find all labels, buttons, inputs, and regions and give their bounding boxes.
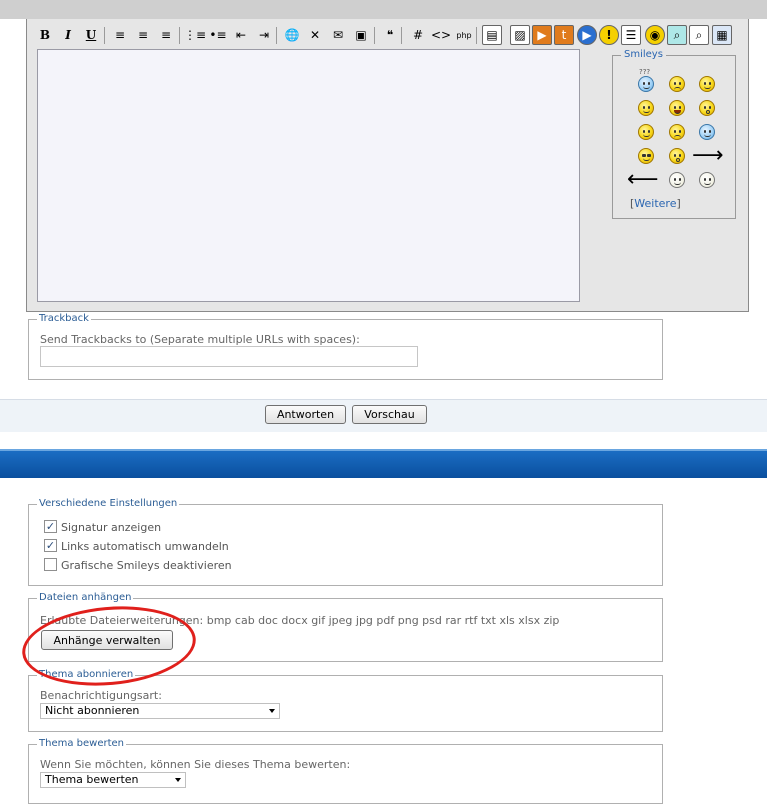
rate-thread-legend: Thema bewerten xyxy=(37,738,126,749)
misc-settings-legend: Verschiedene Einstellungen xyxy=(37,498,180,509)
section-divider-bar xyxy=(0,449,767,478)
html-code-icon[interactable]: <> xyxy=(431,25,451,45)
trackback-label: Send Trackbacks to (Separate multiple UR… xyxy=(40,333,360,346)
image-upload-icon[interactable]: ▨ xyxy=(510,25,530,45)
underline-button[interactable]: U xyxy=(81,25,101,45)
arrow-right-icon[interactable]: ⟶ xyxy=(692,145,724,167)
search-gray-icon[interactable]: ⌕ xyxy=(689,25,709,45)
ordered-list-icon[interactable]: ⋮≡ xyxy=(184,25,206,45)
editor-toolbar: B I U ≡ ≡ ≡ ⋮≡ •≡ ⇤ ⇥ 🌐 ✕ ✉ ▣ ❝ # <> php ▤ ▨ ▶ t ▶! ☰ ◉ ⌕ ⌕ ▦ xyxy=(35,22,748,48)
link-icon[interactable]: 🌐 xyxy=(282,25,302,45)
table-icon[interactable]: ▦ xyxy=(712,25,732,45)
toolbar-separator xyxy=(401,27,402,44)
italic-button[interactable]: I xyxy=(58,25,78,45)
confused-smiley-icon[interactable] xyxy=(638,76,654,92)
chevron-down-icon xyxy=(269,709,275,713)
notification-type-select[interactable]: Nicht abonnieren xyxy=(40,703,280,719)
chevron-down-icon xyxy=(175,778,181,782)
notification-type-label: Benachrichtigungsart: xyxy=(40,689,162,702)
smileys-more: [Weitere] xyxy=(630,197,681,210)
allowed-extensions-text: Erlaubte Dateierweiterungen: bmp cab doc… xyxy=(40,614,560,627)
arrow-left-icon[interactable]: ⟵ xyxy=(627,169,659,191)
list-lines-icon[interactable]: ☰ xyxy=(621,25,641,45)
smile-smiley-icon[interactable] xyxy=(638,100,654,116)
rate-thread-label: Wenn Sie möchten, können Sie dieses Them… xyxy=(40,758,351,771)
show-signature-checkbox[interactable]: ✓ xyxy=(44,520,57,533)
toolbar-separator xyxy=(374,27,375,44)
php-code-icon[interactable]: php xyxy=(454,25,474,45)
sunglasses-smiley-icon[interactable] xyxy=(638,148,654,164)
align-right-icon[interactable]: ≡ xyxy=(156,25,176,45)
rate-thread-select[interactable]: Thema bewerten xyxy=(40,772,186,788)
subscribe-fieldset: Thema abonnieren Benachrichtigungsart: N… xyxy=(28,669,663,732)
search-icon[interactable]: ⌕ xyxy=(667,25,687,45)
unordered-list-icon[interactable]: •≡ xyxy=(208,25,228,45)
toolbar-separator xyxy=(476,27,477,44)
message-textarea[interactable] xyxy=(37,49,580,302)
trackback-legend: Trackback xyxy=(37,313,91,324)
email-icon[interactable]: ✉ xyxy=(328,25,348,45)
subscribe-legend: Thema abonnieren xyxy=(37,669,136,680)
bold-button[interactable]: B xyxy=(35,25,55,45)
youtube-icon[interactable]: ▶ xyxy=(532,25,552,45)
auto-links-label: Links automatisch umwandeln xyxy=(61,540,229,553)
code-hash-icon[interactable]: # xyxy=(408,25,428,45)
preview-button[interactable]: Vorschau xyxy=(352,405,427,424)
warning-icon[interactable]: ! xyxy=(599,25,619,45)
unlink-icon[interactable]: ✕ xyxy=(305,25,325,45)
more-smileys-link[interactable]: Weitere xyxy=(634,197,676,210)
nerd-smiley-icon[interactable] xyxy=(669,172,685,188)
disable-smileys-checkbox[interactable] xyxy=(44,558,57,571)
trackback-input[interactable] xyxy=(40,346,418,367)
trackback-fieldset: Trackback Send Trackbacks to (Separate m… xyxy=(28,313,663,380)
toolbar-separator xyxy=(104,27,105,44)
cool-blue-smiley-icon[interactable] xyxy=(699,124,715,140)
toolbar-separator xyxy=(179,27,180,44)
laugh-smiley-icon[interactable] xyxy=(638,124,654,140)
pensive-smiley-icon[interactable] xyxy=(669,76,685,92)
outdent-icon[interactable]: ⇤ xyxy=(231,25,251,45)
glasses-smiley-icon[interactable] xyxy=(699,172,715,188)
grin-smiley-icon[interactable] xyxy=(699,76,715,92)
align-center-icon[interactable]: ≡ xyxy=(133,25,153,45)
powerpoint-icon[interactable]: ▤ xyxy=(482,25,502,45)
spoiler-icon[interactable]: ◉ xyxy=(645,25,665,45)
surprised-smiley-icon[interactable] xyxy=(699,100,715,116)
image-icon[interactable]: ▣ xyxy=(351,25,371,45)
top-gray-bar xyxy=(0,0,767,19)
video-play-icon[interactable]: ▶ xyxy=(577,25,597,45)
toolbar-separator xyxy=(276,27,277,44)
disable-smileys-label: Grafische Smileys deaktivieren xyxy=(61,559,232,572)
auto-links-checkbox[interactable]: ✓ xyxy=(44,539,57,552)
manage-attachments-button[interactable]: Anhänge verwalten xyxy=(41,630,173,650)
misc-settings-fieldset: Verschiedene Einstellungen ✓ Signatur an… xyxy=(28,498,663,586)
shocked-smiley-icon[interactable] xyxy=(669,148,685,164)
smileys-legend: Smileys xyxy=(621,49,666,60)
tuw-icon[interactable]: t xyxy=(554,25,574,45)
sad-smiley-icon[interactable] xyxy=(669,124,685,140)
big-grin-smiley-icon[interactable] xyxy=(669,100,685,116)
align-left-icon[interactable]: ≡ xyxy=(110,25,130,45)
show-signature-label: Signatur anzeigen xyxy=(61,521,162,534)
quote-icon[interactable]: ❝ xyxy=(380,25,400,45)
reply-button[interactable]: Antworten xyxy=(265,405,346,424)
smileys-panel: Smileys ??? ⟶ ⟵ [Weitere] xyxy=(612,49,736,219)
section-divider-highlight xyxy=(0,449,767,451)
notification-type-value: Nicht abonnieren xyxy=(45,704,140,717)
editor-frame: B I U ≡ ≡ ≡ ⋮≡ •≡ ⇤ ⇥ 🌐 ✕ ✉ ▣ ❝ # <> php ▤ ▨ ▶ t ▶! ☰ ◉ ⌕ ⌕ ▦ Smile… xyxy=(26,19,749,312)
rate-thread-value: Thema bewerten xyxy=(45,773,139,786)
rate-thread-fieldset: Thema bewerten Wenn Sie möchten, können … xyxy=(28,738,663,804)
attachments-fieldset: Dateien anhängen Erlaubte Dateierweiteru… xyxy=(28,592,663,662)
indent-icon[interactable]: ⇥ xyxy=(254,25,274,45)
smiley-question-label: ??? xyxy=(639,68,651,76)
attachments-legend: Dateien anhängen xyxy=(37,592,134,603)
